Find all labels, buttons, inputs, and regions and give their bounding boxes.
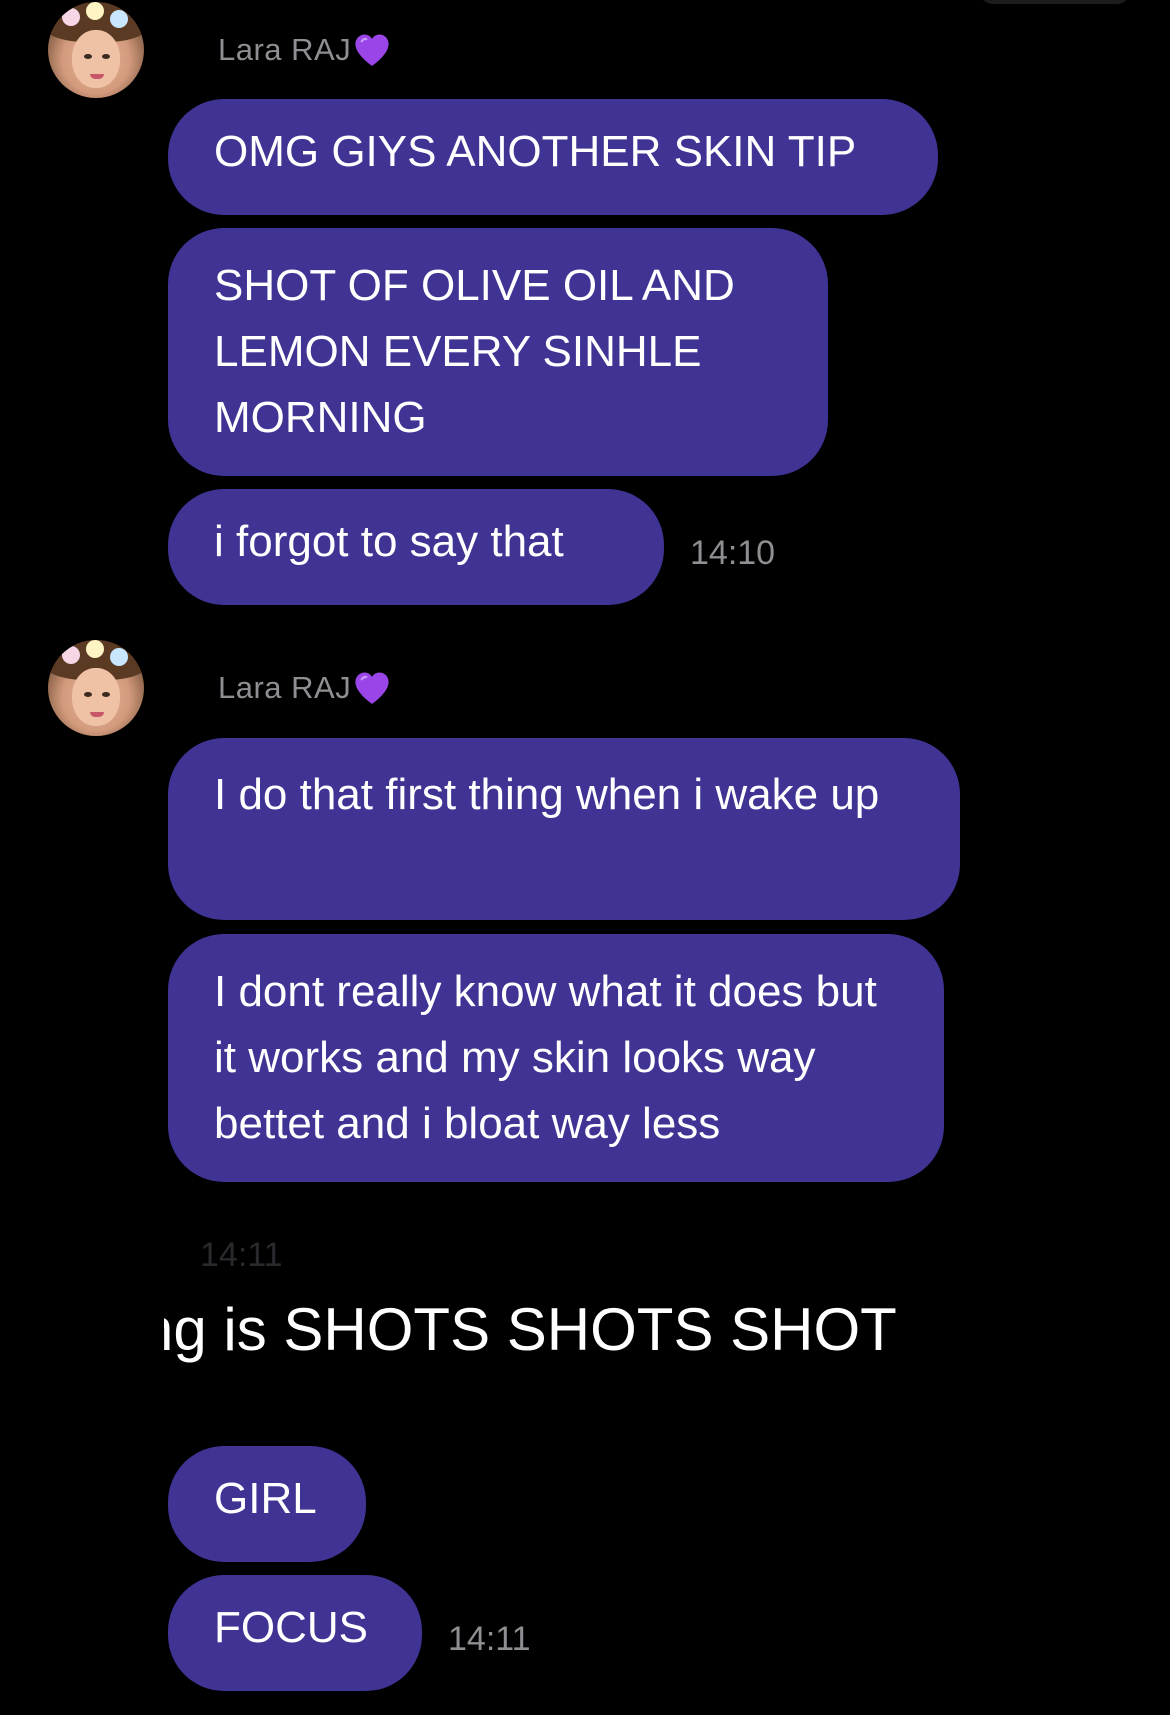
status-pill: [980, 0, 1130, 4]
sender-name[interactable]: Lara RAJ: [218, 670, 391, 706]
faded-timestamp: 14:11: [200, 1236, 283, 1274]
sender-header: Lara RAJ: [48, 640, 391, 736]
avatar[interactable]: [48, 640, 144, 736]
purple-heart-icon: [355, 672, 389, 704]
message-bubble[interactable]: i forgot to say that: [168, 489, 664, 605]
caption-text: ng is SHOTS SHOTS SHOT: [140, 1296, 897, 1363]
message-bubble[interactable]: I dont really know what it does but it w…: [168, 934, 944, 1182]
message-bubble[interactable]: SHOT OF OLIVE OIL AND LEMON EVERY SINHLE…: [168, 228, 828, 476]
message-text: i forgot to say that: [214, 517, 564, 566]
sender-name[interactable]: Lara RAJ: [218, 32, 391, 68]
message-text: I dont really know what it does but it w…: [214, 967, 877, 1148]
caption-overlay: ng is SHOTS SHOTS SHOT: [120, 1288, 1020, 1378]
sender-name-text: Lara RAJ: [218, 32, 352, 67]
message-text: SHOT OF OLIVE OIL AND LEMON EVERY SINHLE…: [214, 261, 735, 442]
sender-name-text: Lara RAJ: [218, 670, 352, 705]
message-text: GIRL: [214, 1474, 317, 1523]
message-bubble[interactable]: GIRL: [168, 1446, 366, 1562]
sender-header: Lara RAJ: [48, 2, 391, 98]
message-timestamp: 14:11: [448, 1620, 531, 1658]
avatar[interactable]: [48, 2, 144, 98]
message-bubble[interactable]: I do that first thing when i wake up: [168, 738, 960, 920]
message-text: I do that first thing when i wake up: [214, 770, 880, 819]
message-text: FOCUS: [214, 1603, 368, 1652]
message-bubble[interactable]: OMG GIYS ANOTHER SKIN TIP: [168, 99, 938, 215]
message-text: OMG GIYS ANOTHER SKIN TIP: [214, 127, 857, 176]
message-timestamp: 14:10: [690, 534, 776, 572]
purple-heart-icon: [355, 34, 389, 66]
message-bubble[interactable]: FOCUS: [168, 1575, 422, 1691]
caption-mask: [120, 1288, 164, 1378]
